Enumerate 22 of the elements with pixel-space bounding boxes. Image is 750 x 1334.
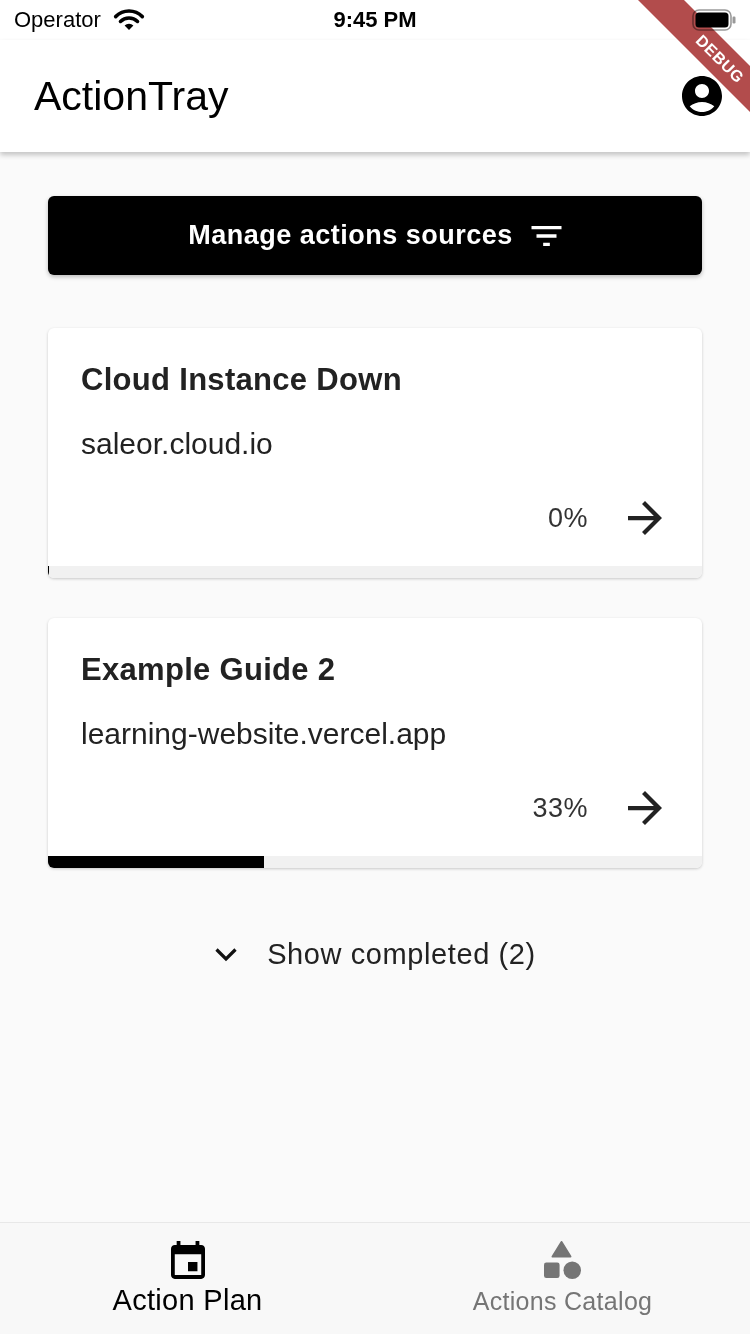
app-title: ActionTray [34,72,229,120]
nav-tab[interactable]: Actions Catalog [375,1223,750,1334]
battery-icon [692,9,736,31]
progress-percent: 0% [547,502,588,534]
filter-icon [530,225,562,246]
status-time: 9:45 PM [333,7,417,33]
shapes-icon [544,1241,581,1279]
wifi-icon [112,9,145,31]
arrow-right-icon[interactable] [628,791,662,825]
action-card[interactable]: Example Guide 2 learning-website.vercel.app 33% [48,618,702,868]
manage-sources-button[interactable]: Manage actions sources [48,196,702,275]
action-source: learning-website.vercel.app [81,717,448,751]
progress-percent: 33% [532,792,588,824]
carrier-name: Operator [14,7,101,33]
action-title: Cloud Instance Down [81,361,403,399]
nav-tab[interactable]: Action Plan [0,1223,375,1334]
action-card[interactable]: Cloud Instance Down saleor.cloud.io 0% [48,328,702,578]
calendar-icon [170,1241,205,1279]
show-completed-button[interactable]: Show completed (2) [214,938,536,971]
action-title: Example Guide 2 [81,651,337,689]
action-source: saleor.cloud.io [81,427,274,461]
arrow-right-icon[interactable] [628,501,662,535]
